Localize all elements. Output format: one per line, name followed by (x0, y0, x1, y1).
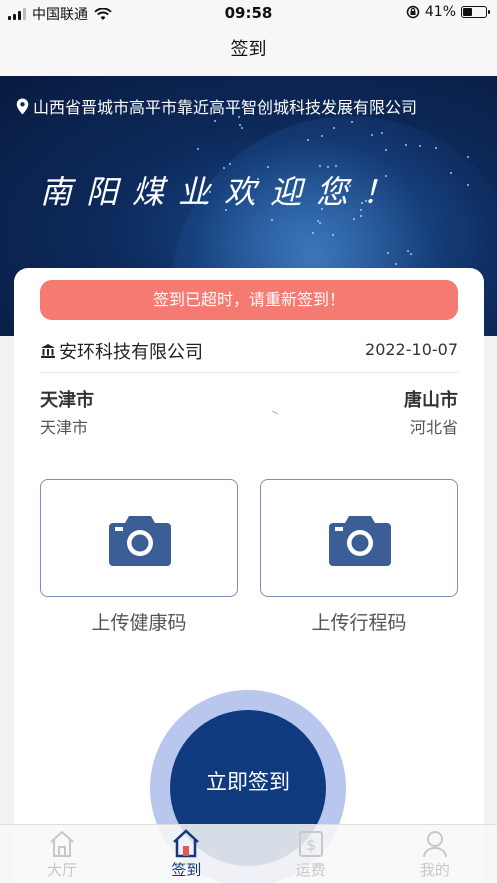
camera-icon (329, 516, 391, 566)
battery-fill (463, 8, 473, 16)
tab-checkin-label: 签到 (171, 861, 202, 879)
network-dot (350, 121, 353, 124)
destination-city: 唐山市 (404, 390, 458, 411)
checkin-button-label: 立即签到 (206, 770, 290, 794)
company-name-text: 安环科技有限公司 (59, 342, 203, 363)
company-row: 安环科技有限公司 2022-10-07 (40, 338, 458, 364)
profile-icon (422, 831, 447, 858)
battery-percent: 41% (424, 4, 456, 20)
bank-icon (41, 344, 55, 358)
tab-freight-label: 运费 (295, 861, 326, 879)
network-dot (467, 155, 470, 158)
divider (40, 372, 458, 373)
network-dot (380, 132, 383, 135)
upload-trip-code-button[interactable] (260, 479, 458, 597)
address-text: 山西省晋城市高平市靠近高平智创城科技发展有限公司 (33, 98, 418, 117)
origin-city: 天津市 (40, 390, 94, 411)
tab-hall-label: 大厅 (47, 861, 78, 879)
battery-icon (461, 6, 490, 18)
camera-icon (109, 516, 171, 566)
network-dot (271, 218, 274, 221)
upload-health-code-button[interactable] (40, 479, 238, 597)
freight-icon: $ (298, 831, 323, 857)
network-dot (434, 146, 437, 149)
status-right: 41% (406, 4, 490, 20)
svg-text:$: $ (306, 836, 316, 854)
welcome-text: 南阳煤业欢迎您！ (40, 173, 409, 211)
page-title: 签到 (230, 39, 267, 60)
tab-checkin[interactable]: 签到 (124, 825, 248, 883)
origin-province: 天津市 (40, 418, 89, 437)
network-dot (238, 123, 241, 126)
bottom-tab-bar: 大厅 签到 $ 运费 我的 (0, 824, 497, 883)
network-dot (241, 126, 244, 129)
upload-trip-code-label: 上传行程码 (311, 612, 407, 634)
location-pin-icon (16, 98, 29, 114)
timeout-alert: 签到已超时，请重新签到！ (40, 280, 458, 320)
network-dot (311, 231, 314, 234)
network-dot (395, 262, 398, 265)
location-address: 山西省晋城市高平市靠近高平智创城科技发展有限公司 (16, 94, 417, 118)
network-dot (197, 148, 200, 151)
checkin-home-icon (173, 829, 200, 858)
tab-freight[interactable]: $ 运费 (249, 825, 373, 883)
network-dot (320, 134, 323, 137)
status-bar: 中国联通 09:58 41% (0, 0, 497, 26)
company-name: 安环科技有限公司 (40, 338, 203, 364)
route-arrow-icon (214, 410, 279, 415)
tab-profile-label: 我的 (419, 861, 450, 879)
rotation-lock-icon (406, 5, 420, 19)
checkin-card: 签到已超时，请重新签到！ 安环科技有限公司 2022-10-07 天津市 天津市… (14, 268, 484, 883)
destination-province: 河北省 (409, 418, 458, 437)
network-dot (213, 120, 216, 123)
tab-hall[interactable]: 大厅 (0, 825, 124, 883)
order-date: 2022-10-07 (365, 340, 458, 359)
tab-profile[interactable]: 我的 (373, 825, 497, 883)
network-dot (306, 138, 309, 141)
nav-bar: 签到 (0, 26, 497, 76)
upload-health-code-label: 上传健康码 (91, 612, 187, 634)
home-icon (50, 830, 74, 857)
